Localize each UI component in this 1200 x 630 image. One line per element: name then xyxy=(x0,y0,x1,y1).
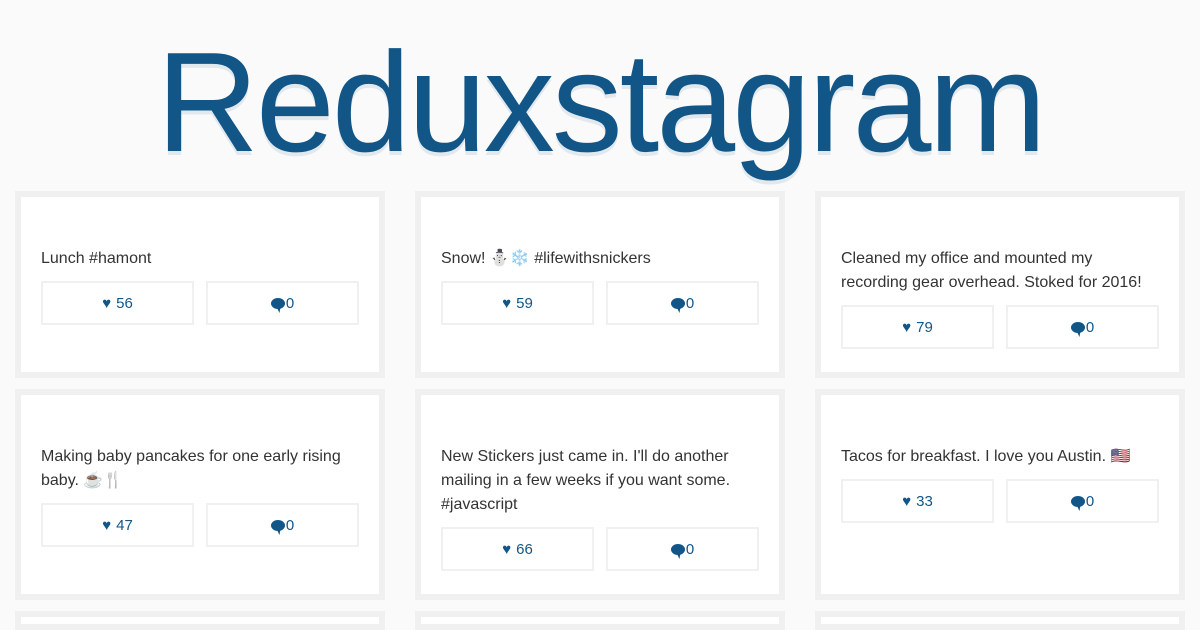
comment-count: 0 xyxy=(1085,492,1095,510)
like-button[interactable]: ♥ 56 xyxy=(41,281,194,325)
like-button[interactable]: ♥ 79 xyxy=(841,305,994,349)
post-caption: Lunch #hamont xyxy=(41,250,152,267)
speech-bubble-icon xyxy=(1070,321,1085,333)
post-card xyxy=(815,611,1185,630)
post-card-body: Tacos for breakfast. I love you Austin. … xyxy=(821,395,1179,594)
comment-count: 0 xyxy=(685,294,695,312)
speech-bubble-icon xyxy=(670,543,685,555)
comments-button[interactable]: 0 xyxy=(606,281,759,325)
heart-icon: ♥ xyxy=(102,516,112,534)
post-caption: New Stickers just came in. I'll do anoth… xyxy=(441,448,731,513)
post-caption: Cleaned my office and mounted my recordi… xyxy=(841,250,1142,291)
post-controls: ♥ 59 0 xyxy=(441,281,759,325)
post-controls: ♥ 33 0 xyxy=(841,479,1159,523)
post-card-body: New Stickers just came in. I'll do anoth… xyxy=(421,395,779,594)
post-card: Making baby pancakes for one early risin… xyxy=(15,389,385,600)
heart-icon: ♥ xyxy=(902,492,912,510)
like-count: 47 xyxy=(116,516,133,534)
speech-bubble-icon xyxy=(1070,495,1085,507)
post-card: Snow! ⛄️❄️ #lifewithsnickers ♥ 59 0 xyxy=(415,191,785,378)
like-button[interactable]: ♥ 59 xyxy=(441,281,594,325)
heart-icon: ♥ xyxy=(102,294,112,312)
post-card-body xyxy=(821,617,1179,624)
post-controls: ♥ 79 0 xyxy=(841,305,1159,349)
like-count: 79 xyxy=(916,318,933,336)
comments-button[interactable]: 0 xyxy=(206,503,359,547)
post-card-body xyxy=(21,617,379,624)
comments-button[interactable]: 0 xyxy=(606,527,759,571)
post-card-body: Snow! ⛄️❄️ #lifewithsnickers ♥ 59 0 xyxy=(421,197,779,372)
post-card-body: Making baby pancakes for one early risin… xyxy=(21,395,379,594)
post-card-body xyxy=(421,617,779,624)
like-count: 56 xyxy=(116,294,133,312)
comment-count: 0 xyxy=(285,516,295,534)
comment-count: 0 xyxy=(685,540,695,558)
speech-bubble-icon xyxy=(270,519,285,531)
post-controls: ♥ 56 0 xyxy=(41,281,359,325)
speech-bubble-icon xyxy=(670,297,685,309)
post-card: Lunch #hamont ♥ 56 0 xyxy=(15,191,385,378)
comment-count: 0 xyxy=(285,294,295,312)
speech-bubble-icon xyxy=(270,297,285,309)
comment-count: 0 xyxy=(1085,318,1095,336)
post-card: Tacos for breakfast. I love you Austin. … xyxy=(815,389,1185,600)
like-count: 59 xyxy=(516,294,533,312)
post-card: New Stickers just came in. I'll do anoth… xyxy=(415,389,785,600)
comments-button[interactable]: 0 xyxy=(206,281,359,325)
post-card-body: Lunch #hamont ♥ 56 0 xyxy=(21,197,379,372)
post-caption: Tacos for breakfast. I love you Austin. … xyxy=(841,448,1131,465)
heart-icon: ♥ xyxy=(502,540,512,558)
comments-button[interactable]: 0 xyxy=(1006,479,1159,523)
post-controls: ♥ 66 0 xyxy=(441,527,759,571)
post-controls: ♥ 47 0 xyxy=(41,503,359,547)
post-caption: Snow! ⛄️❄️ #lifewithsnickers xyxy=(441,250,651,267)
like-count: 66 xyxy=(516,540,533,558)
like-button[interactable]: ♥ 47 xyxy=(41,503,194,547)
post-card: Cleaned my office and mounted my recordi… xyxy=(815,191,1185,378)
post-caption: Making baby pancakes for one early risin… xyxy=(41,448,341,489)
post-card xyxy=(15,611,385,630)
post-card xyxy=(415,611,785,630)
heart-icon: ♥ xyxy=(502,294,512,312)
like-button[interactable]: ♥ 66 xyxy=(441,527,594,571)
like-count: 33 xyxy=(916,492,933,510)
like-button[interactable]: ♥ 33 xyxy=(841,479,994,523)
app-title[interactable]: Reduxstagram xyxy=(0,18,1200,188)
comments-button[interactable]: 0 xyxy=(1006,305,1159,349)
heart-icon: ♥ xyxy=(902,318,912,336)
post-card-body: Cleaned my office and mounted my recordi… xyxy=(821,197,1179,372)
